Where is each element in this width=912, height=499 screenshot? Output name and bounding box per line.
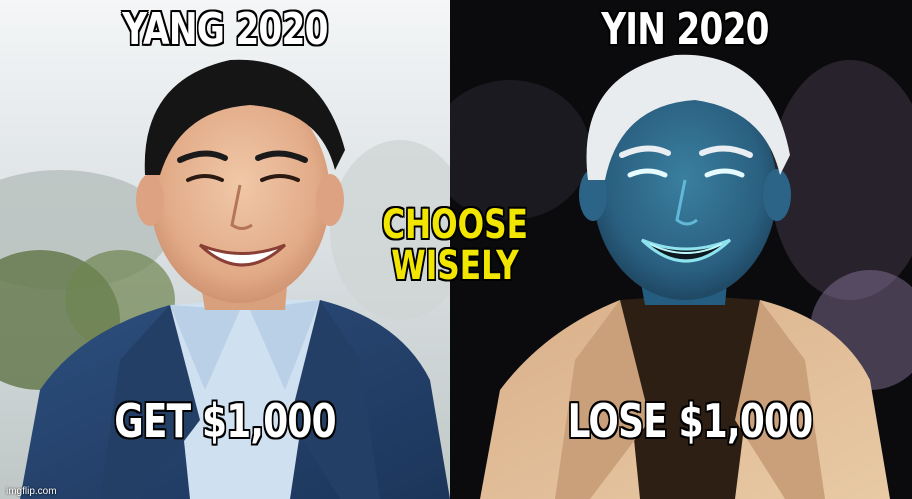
get-1000-caption: GET $1,000 — [114, 394, 336, 448]
choose-wisely-line2: WISELY — [391, 242, 519, 289]
imgflip-watermark: imgflip.com — [6, 486, 57, 497]
choose-wisely-line1: CHOOSE — [382, 202, 528, 248]
lose-1000-caption: LOSE $1,000 — [567, 394, 814, 448]
choose-wisely-caption: CHOOSE WISELY — [377, 205, 533, 287]
yin-2020-caption: YIN 2020 — [601, 4, 769, 55]
yang-2020-caption: YANG 2020 — [122, 4, 328, 55]
